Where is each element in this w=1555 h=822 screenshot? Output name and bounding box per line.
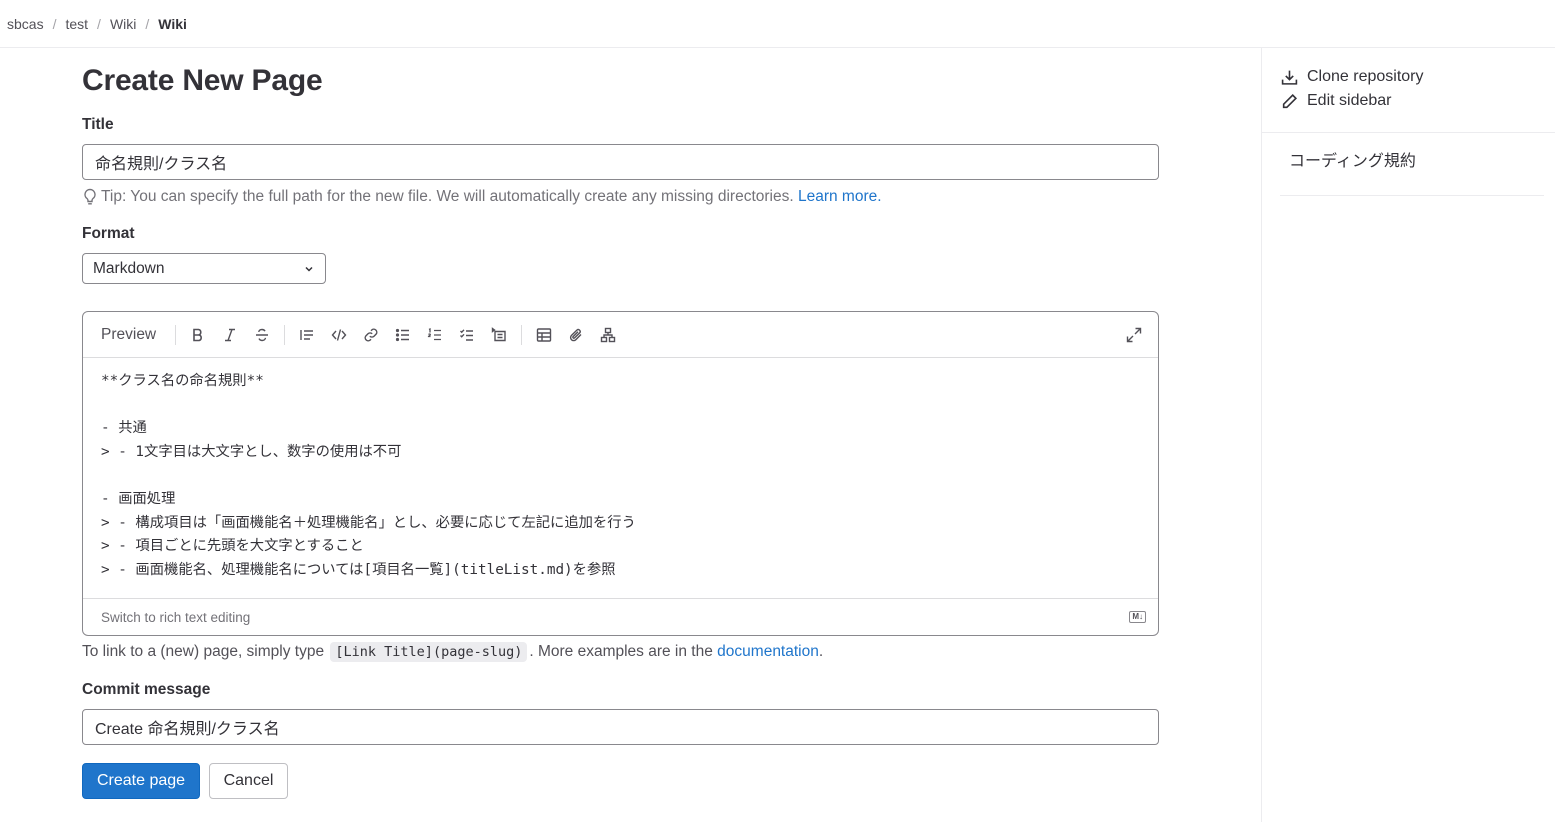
tip-message: Tip: You can specify the full path for t…	[101, 188, 794, 205]
strikethrough-icon	[256, 328, 269, 341]
bullet-list-icon	[396, 328, 410, 341]
toolbar-divider	[175, 324, 177, 345]
editor-line: > - 構成項目は「画面機能名＋処理機能名」とし、必要に応じて左記に追加を行う	[101, 514, 636, 531]
edit-sidebar-label: Edit sidebar	[1307, 92, 1392, 109]
maximize-icon	[1126, 327, 1142, 343]
preview-toggle[interactable]: Preview	[101, 326, 156, 344]
editor-footer: Switch to rich text editing M↓	[83, 598, 1158, 635]
bullet-list-button[interactable]	[387, 319, 419, 351]
breadcrumb-separator: /	[145, 15, 150, 32]
link-help-text: To link to a (new) page, simply type [Li…	[82, 642, 823, 662]
title-label: Title	[82, 116, 114, 133]
create-page-button[interactable]: Create page	[82, 763, 200, 799]
collapsible-section-button[interactable]	[483, 319, 515, 351]
editor-line: > - 項目ごとに先頭を大文字とすること	[101, 538, 364, 555]
breadcrumb: sbcas / test / Wiki / Wiki	[0, 0, 1555, 48]
wiki-sidebar: Clone repository Edit sidebar コーディング規約	[1261, 48, 1555, 822]
task-list-icon	[460, 328, 474, 341]
editor-line: **クラス名の命名規則**	[101, 373, 264, 389]
breadcrumb-separator: /	[97, 15, 101, 32]
diagram-button[interactable]	[592, 319, 624, 351]
help-middle: . More examples are in the	[529, 643, 713, 660]
attach-file-button[interactable]	[560, 319, 592, 351]
commit-message-input[interactable]	[82, 709, 1159, 745]
markdown-editor: Preview **クラス名の命名規則** - 共通 > - 1文字目は大文字と…	[82, 311, 1159, 636]
breadcrumb-item-sbcas[interactable]: sbcas	[7, 16, 44, 32]
download-icon	[1281, 70, 1298, 85]
numbered-list-icon	[427, 327, 442, 340]
toolbar-divider	[284, 324, 286, 345]
markdown-textarea[interactable]: **クラス名の命名規則** - 共通 > - 1文字目は大文字とし、数字の使用は…	[83, 358, 1158, 598]
help-prefix: To link to a (new) page, simply type	[82, 643, 325, 660]
format-select-value: Markdown	[93, 259, 165, 277]
learn-more-link[interactable]: Learn more.	[798, 188, 882, 206]
table-button[interactable]	[528, 319, 560, 351]
documentation-link[interactable]: documentation	[717, 643, 819, 661]
editor-line: > - 1文字目は大文字とし、数字の使用は不可	[101, 443, 402, 460]
format-select[interactable]: Markdown	[82, 253, 326, 284]
breadcrumb-item-wiki[interactable]: Wiki	[110, 16, 136, 32]
commit-message-label: Commit message	[82, 681, 211, 698]
sidebar-divider	[1280, 195, 1544, 196]
link-button[interactable]	[355, 319, 387, 351]
edit-sidebar-link[interactable]: Edit sidebar	[1281, 92, 1392, 110]
details-block-icon	[491, 326, 506, 341]
editor-line: - 共通	[101, 420, 147, 437]
strikethrough-button[interactable]	[246, 319, 278, 351]
table-icon	[536, 327, 552, 342]
code-button[interactable]	[323, 319, 355, 351]
code-icon	[331, 328, 347, 341]
sidebar-divider	[1262, 132, 1555, 133]
tip-text: Tip: You can specify the full path for t…	[82, 188, 882, 206]
clone-repository-link[interactable]: Clone repository	[1281, 68, 1424, 86]
title-input[interactable]	[82, 144, 1159, 180]
help-code-example: [Link Title](page-slug)	[330, 642, 528, 662]
fullscreen-button[interactable]	[1122, 323, 1146, 347]
paperclip-icon	[570, 328, 582, 341]
quote-button[interactable]	[291, 319, 323, 351]
help-suffix: .	[818, 643, 824, 660]
breadcrumb-current[interactable]: Wiki	[158, 16, 187, 32]
page-title: Create New Page	[82, 64, 323, 97]
bold-icon	[193, 328, 203, 341]
editor-line: - 画面処理	[101, 490, 176, 507]
task-list-button[interactable]	[451, 319, 483, 351]
switch-rich-text-button[interactable]: Switch to rich text editing	[101, 610, 250, 625]
editor-toolbar: Preview	[83, 312, 1158, 358]
toolbar-divider	[521, 324, 523, 345]
italic-button[interactable]	[214, 319, 246, 351]
sidebar-page-link[interactable]: コーディング規約	[1289, 147, 1416, 171]
bold-button[interactable]	[182, 319, 214, 351]
chevron-down-icon	[305, 266, 313, 272]
editor-line: > - 画面機能名、処理機能名については[項目名一覧](titleList.md…	[101, 561, 616, 578]
clone-repository-label: Clone repository	[1307, 68, 1424, 85]
breadcrumb-separator: /	[52, 15, 57, 32]
format-label: Format	[82, 225, 135, 242]
cancel-button[interactable]: Cancel	[209, 763, 288, 799]
pencil-icon	[1282, 93, 1298, 108]
diagram-icon	[600, 327, 616, 342]
link-icon	[364, 328, 378, 341]
lightbulb-icon	[84, 188, 96, 205]
breadcrumb-item-test[interactable]: test	[65, 16, 88, 32]
italic-icon	[225, 328, 236, 341]
quote-icon	[300, 329, 314, 340]
markdown-icon: M↓	[1129, 611, 1146, 623]
numbered-list-button[interactable]	[419, 319, 451, 351]
